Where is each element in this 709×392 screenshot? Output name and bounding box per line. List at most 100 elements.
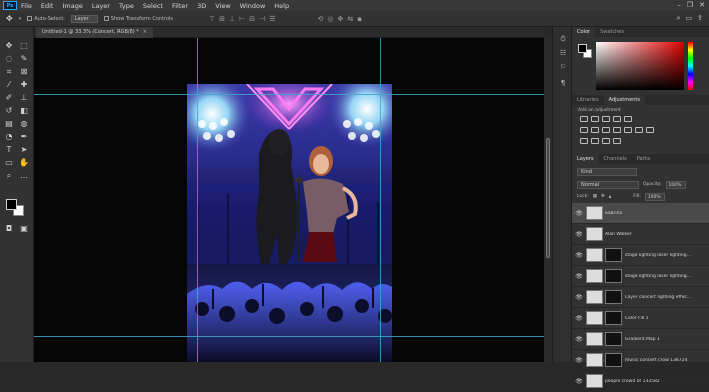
workspace-icon[interactable]: ▭ <box>686 14 693 23</box>
zoom-tool-icon[interactable]: ⌕ <box>3 170 15 181</box>
3d-rotate-icon[interactable]: ⟲ <box>318 15 324 23</box>
align-middle-icon[interactable]: ⊞ <box>219 15 225 23</box>
shape-tool-icon[interactable]: ▭ <box>3 157 15 168</box>
tab-swatches[interactable]: Swatches <box>595 27 629 37</box>
visibility-eye-icon[interactable]: 👁︎ <box>572 294 586 301</box>
screen-mode-icon[interactable]: ▣ <box>18 223 30 234</box>
3d-scale-icon[interactable]: ▪ <box>357 15 362 23</box>
layer-name[interactable]: Sabrina <box>605 211 622 216</box>
layer-row[interactable]: 👁︎ stage lighting laser lighting... <box>572 266 709 287</box>
hand-tool-icon[interactable]: ✋ <box>18 157 30 168</box>
frame-tool-icon[interactable]: ⊠ <box>18 66 30 77</box>
history-panel-icon[interactable]: ⏱ <box>558 35 568 44</box>
menu-3d[interactable]: 3D <box>197 2 206 10</box>
visibility-eye-icon[interactable]: 👁︎ <box>572 378 586 385</box>
layer-thumbnail[interactable] <box>586 353 603 367</box>
lock-all-icon[interactable]: 🔒︎ <box>609 194 611 200</box>
vertical-scrollbar[interactable] <box>544 38 552 362</box>
layer-mask-thumbnail[interactable] <box>605 290 622 304</box>
3d-drag-icon[interactable]: ✥ <box>337 15 343 23</box>
levels-icon[interactable] <box>591 116 599 122</box>
color-picker-field[interactable] <box>596 42 684 90</box>
menu-type[interactable]: Type <box>119 2 134 10</box>
history-brush-icon[interactable]: ↺ <box>3 105 15 116</box>
layer-mask-thumbnail[interactable] <box>605 311 622 325</box>
channel-mixer-icon[interactable] <box>624 127 632 133</box>
menu-image[interactable]: Image <box>62 2 82 10</box>
layer-row[interactable]: 👁︎ stage lighting laser lighting... <box>572 245 709 266</box>
auto-select-dropdown[interactable]: Layer <box>70 14 98 23</box>
layer-mask-thumbnail[interactable] <box>605 248 622 262</box>
layer-name[interactable]: Gradient Map 1 <box>625 337 660 342</box>
layer-row[interactable]: 👁︎ Layer concert lighting effec... <box>572 287 709 308</box>
menu-help[interactable]: Help <box>274 2 289 10</box>
document-tab[interactable]: Untitled-1 @ 33.3% (Concert, RGB/8) * × <box>36 27 153 38</box>
posterize-icon[interactable] <box>580 138 588 144</box>
auto-select-checkbox[interactable] <box>27 16 33 21</box>
guide-vertical-left[interactable] <box>197 38 198 362</box>
layer-row[interactable]: 👁︎ Alan Walker <box>572 224 709 245</box>
layer-thumbnail[interactable] <box>586 311 603 325</box>
path-select-tool-icon[interactable]: ➤ <box>18 144 30 155</box>
marquee-tool-icon[interactable]: ⬚ <box>18 40 30 51</box>
layer-name[interactable]: Layer concert lighting effec... <box>625 295 691 300</box>
tab-layers[interactable]: Layers <box>572 154 599 164</box>
layer-mask-thumbnail[interactable] <box>605 332 622 346</box>
layer-mask-thumbnail[interactable] <box>605 353 622 367</box>
guide-vertical-right[interactable] <box>380 38 381 362</box>
move-tool-icon[interactable]: ✥ <box>6 14 13 23</box>
menu-view[interactable]: View <box>215 2 230 10</box>
gradient-tool-icon[interactable]: ▤ <box>3 118 15 129</box>
dodge-tool-icon[interactable]: ◔ <box>3 131 15 142</box>
threshold-icon[interactable] <box>591 138 599 144</box>
properties-panel-icon[interactable]: ☷ <box>558 49 568 58</box>
tab-channels[interactable]: Channels <box>599 154 632 164</box>
photo-filter-icon[interactable] <box>613 127 621 133</box>
layer-name[interactable]: Color Fill 1 <box>625 316 648 321</box>
visibility-eye-icon[interactable]: 👁︎ <box>572 252 586 259</box>
menu-filter[interactable]: Filter <box>172 2 188 10</box>
hue-saturation-icon[interactable] <box>580 127 588 133</box>
lock-position-icon[interactable]: ✥ <box>601 194 605 199</box>
layer-thumbnail[interactable] <box>586 248 603 262</box>
brightness-contrast-icon[interactable] <box>580 116 588 122</box>
menu-select[interactable]: Select <box>143 2 163 10</box>
menu-window[interactable]: Window <box>240 2 266 10</box>
show-transform-checkbox[interactable] <box>103 16 109 21</box>
minimize-icon[interactable]: – <box>677 1 681 9</box>
tab-color[interactable]: Color <box>572 27 596 37</box>
more-tools-icon[interactable]: … <box>18 170 30 181</box>
layer-thumbnail[interactable] <box>586 227 603 241</box>
search-icon[interactable]: ⌕ <box>677 14 681 23</box>
opacity-input[interactable]: 100% <box>665 180 686 189</box>
layer-thumbnail[interactable] <box>586 290 603 304</box>
distribute-icon[interactable]: ☰ <box>269 15 275 23</box>
document-canvas[interactable] <box>187 84 392 362</box>
menu-layer[interactable]: Layer <box>92 2 110 10</box>
pen-tool-icon[interactable]: ✒ <box>18 131 30 142</box>
show-transform-option[interactable]: Show Transform Controls <box>103 16 173 22</box>
layer-thumbnail[interactable] <box>586 374 603 388</box>
layer-row[interactable]: 👁︎ Color Fill 1 <box>572 308 709 329</box>
auto-select-option[interactable]: Auto-Select: <box>27 16 65 22</box>
color-lookup-icon[interactable] <box>635 127 643 133</box>
black-white-icon[interactable] <box>602 127 610 133</box>
layer-row[interactable]: 👁︎ Gradient Map 1 <box>572 329 709 350</box>
hue-slider[interactable] <box>688 42 693 90</box>
tab-adjustments[interactable]: Adjustments <box>603 95 645 105</box>
color-balance-icon[interactable] <box>591 127 599 133</box>
tool-preset-chevron-icon[interactable]: ▾ <box>19 16 22 22</box>
exposure-icon[interactable] <box>613 116 621 122</box>
layer-mask-thumbnail[interactable] <box>605 269 622 283</box>
layer-row[interactable]: 👁︎ people crowd at 133582 <box>572 371 709 392</box>
quick-mask-icon[interactable]: ◘ <box>3 223 15 234</box>
layer-name[interactable]: Alan Walker <box>605 232 632 237</box>
layer-thumbnail[interactable] <box>586 206 603 220</box>
scrollbar-thumb[interactable] <box>546 138 550 258</box>
move-tool-icon[interactable]: ✥ <box>3 40 15 51</box>
restore-icon[interactable]: ❐ <box>687 1 693 9</box>
visibility-eye-icon[interactable]: 👁︎ <box>572 273 586 280</box>
healing-tool-icon[interactable]: ✚ <box>18 79 30 90</box>
menu-edit[interactable]: Edit <box>41 2 54 10</box>
share-icon[interactable]: ⇪ <box>697 14 703 23</box>
